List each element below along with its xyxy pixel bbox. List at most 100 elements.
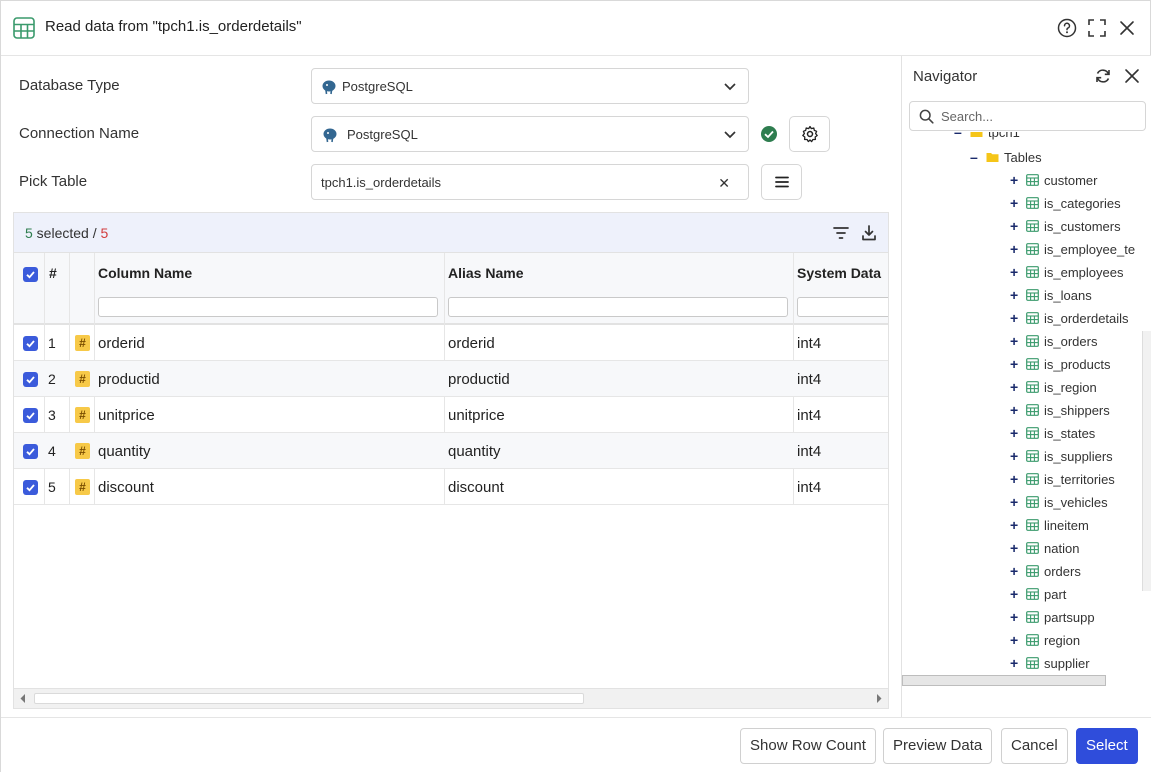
tree-node-label: is_products (1044, 357, 1111, 372)
row-number: 1 (48, 335, 56, 351)
alias-name-cell[interactable]: discount (448, 479, 504, 496)
postgresql-icon (322, 80, 336, 95)
tree-node-label: is_shippers (1044, 403, 1110, 418)
database-type-value: PostgreSQL (342, 79, 413, 94)
row-checkbox[interactable] (23, 444, 38, 459)
expand-icon[interactable]: + (1010, 493, 1022, 511)
table-row[interactable]: 5 # discount discount int4 (14, 469, 888, 505)
connection-name-select[interactable]: PostgreSQL (311, 116, 749, 152)
row-checkbox[interactable] (23, 372, 38, 387)
alias-name-cell[interactable]: productid (448, 371, 510, 388)
table-row[interactable]: 3 # unitprice unitprice int4 (14, 397, 888, 433)
expand-icon[interactable]: + (1010, 608, 1022, 626)
row-checkbox[interactable] (23, 480, 38, 495)
table-icon (1026, 289, 1039, 301)
dialog-footer: Show Row Count Preview Data Cancel Selec… (1, 717, 1151, 772)
table-icon (1026, 220, 1039, 232)
connection-settings-button[interactable] (789, 116, 830, 152)
expand-icon[interactable]: + (1010, 470, 1022, 488)
close-icon[interactable] (1123, 67, 1141, 85)
expand-icon[interactable]: + (1010, 355, 1022, 373)
expand-icon[interactable]: + (1010, 217, 1022, 235)
expand-icon[interactable]: + (1010, 631, 1022, 649)
close-button[interactable] (1116, 17, 1138, 39)
tree-node-label: is_suppliers (1044, 449, 1113, 464)
alias-name-cell[interactable]: orderid (448, 335, 495, 352)
scroll-left-icon[interactable] (19, 693, 27, 704)
table-icon (1026, 197, 1039, 209)
column-name-filter-input[interactable] (98, 297, 438, 317)
connection-name-label: Connection Name (19, 125, 140, 142)
system-data-filter-input[interactable] (797, 297, 888, 317)
numeric-type-icon: # (75, 479, 90, 495)
expand-icon (1088, 19, 1106, 37)
close-icon (1120, 21, 1134, 35)
download-icon[interactable] (860, 224, 878, 242)
expand-icon[interactable]: + (1010, 424, 1022, 442)
expand-icon[interactable]: + (1010, 171, 1022, 189)
postgresql-icon (323, 128, 337, 143)
table-icon (1026, 519, 1039, 531)
cancel-button[interactable]: Cancel (1001, 728, 1068, 764)
table-list-button[interactable] (761, 164, 802, 200)
header-column-name[interactable]: Column Name (98, 265, 192, 281)
table-icon (1026, 473, 1039, 485)
maximize-button[interactable] (1086, 17, 1108, 39)
navigator-horizontal-scrollbar[interactable] (902, 675, 1106, 686)
database-type-select[interactable]: PostgreSQL (311, 68, 749, 104)
clear-table-button[interactable]: ✕ (718, 175, 730, 192)
scrollbar-thumb[interactable] (34, 693, 584, 704)
pick-table-input[interactable]: tpch1.is_orderdetails ✕ (311, 164, 749, 200)
check-icon (26, 412, 35, 420)
table-icon (1026, 404, 1039, 416)
table-icon (13, 17, 35, 39)
filter-icon[interactable] (832, 224, 850, 242)
alias-name-filter-input[interactable] (448, 297, 788, 317)
preview-data-button[interactable]: Preview Data (883, 728, 993, 764)
expand-icon[interactable]: + (1010, 240, 1022, 258)
navigator-vertical-scrollbar[interactable] (1142, 331, 1151, 591)
check-icon (26, 340, 35, 348)
tree-node-label: is_employee_te (1044, 242, 1136, 257)
total-count: 5 (100, 225, 109, 241)
table-row[interactable]: 2 # productid productid int4 (14, 361, 888, 397)
navigator-search-input[interactable]: Search... (909, 101, 1146, 131)
help-button[interactable] (1056, 17, 1078, 39)
expand-icon[interactable]: + (1010, 516, 1022, 534)
expand-icon[interactable]: + (1010, 309, 1022, 327)
alias-name-cell[interactable]: unitprice (448, 407, 505, 424)
tree-node-label: customer (1044, 173, 1098, 188)
row-checkbox[interactable] (23, 336, 38, 351)
header-system-data[interactable]: System Data (797, 265, 881, 281)
expand-icon[interactable]: + (1010, 378, 1022, 396)
tree-node-label: region (1044, 633, 1081, 648)
numeric-type-icon: # (75, 335, 90, 351)
expand-icon[interactable]: + (1010, 585, 1022, 603)
system-data-cell: int4 (797, 479, 822, 496)
expand-icon[interactable]: + (1010, 263, 1022, 281)
expand-icon[interactable]: + (1010, 286, 1022, 304)
tree-node-label: Tables (1004, 150, 1042, 165)
expand-icon[interactable]: + (1010, 539, 1022, 557)
select-all-checkbox[interactable] (23, 267, 38, 282)
expand-icon[interactable]: + (1010, 332, 1022, 350)
table-row[interactable]: 4 # quantity quantity int4 (14, 433, 888, 469)
numeric-type-icon: # (75, 443, 90, 459)
expand-icon[interactable]: + (1010, 401, 1022, 419)
table-row[interactable]: 1 # orderid orderid int4 (14, 325, 888, 361)
grid-horizontal-scrollbar[interactable] (14, 688, 888, 708)
collapse-icon[interactable]: – (970, 148, 982, 166)
table-icon (1026, 427, 1039, 439)
expand-icon[interactable]: + (1010, 562, 1022, 580)
refresh-icon[interactable] (1094, 67, 1112, 85)
expand-icon[interactable]: + (1010, 447, 1022, 465)
collapse-icon[interactable]: – (954, 132, 966, 141)
show-row-count-button[interactable]: Show Row Count (740, 728, 876, 764)
expand-icon[interactable]: + (1010, 194, 1022, 212)
select-button[interactable]: Select (1076, 728, 1138, 764)
alias-name-cell[interactable]: quantity (448, 443, 501, 460)
scroll-right-icon[interactable] (875, 693, 883, 704)
header-alias-name[interactable]: Alias Name (448, 265, 523, 281)
expand-icon[interactable]: + (1010, 654, 1022, 672)
row-checkbox[interactable] (23, 408, 38, 423)
